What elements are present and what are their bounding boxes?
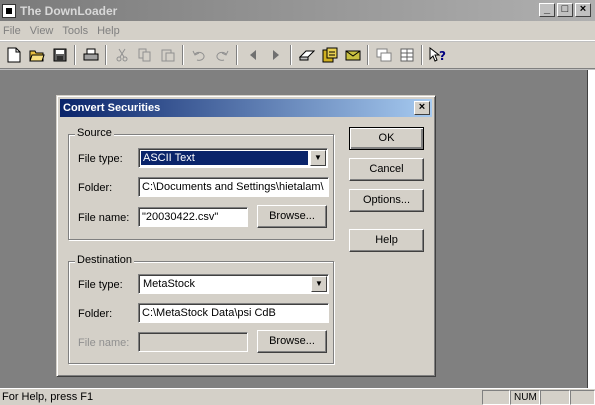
source-file-type-value: ASCII Text — [141, 151, 308, 165]
dialog-title: Convert Securities — [63, 102, 161, 114]
cut-icon[interactable] — [110, 44, 133, 66]
status-bar: For Help, press F1 NUM — [0, 388, 595, 405]
redo-icon[interactable] — [210, 44, 233, 66]
status-num: NUM — [510, 390, 540, 405]
destination-file-name-field — [138, 332, 248, 352]
destination-file-type-value: MetaStock — [143, 278, 195, 290]
convert-icon[interactable] — [318, 44, 341, 66]
destination-browse-button[interactable]: Browse... — [257, 330, 327, 353]
open-folder-icon[interactable] — [25, 44, 48, 66]
destination-file-type-label: File type: — [78, 279, 123, 291]
destination-group-label: Destination — [75, 254, 135, 266]
help-pointer-icon[interactable]: ? — [426, 44, 449, 66]
destination-file-name-label: File name: — [78, 337, 130, 349]
mail-icon[interactable] — [341, 44, 364, 66]
dialog-close-button[interactable]: × — [414, 101, 430, 115]
status-resize-grip[interactable] — [570, 390, 595, 405]
destination-folder-field[interactable]: C:\MetaStock Data\psi CdB — [138, 303, 329, 323]
save-icon[interactable] — [48, 44, 71, 66]
destination-group: Destination File type: MetaStock ▼ Folde… — [68, 254, 334, 364]
eraser-icon[interactable] — [295, 44, 318, 66]
cancel-button[interactable]: Cancel — [349, 158, 424, 181]
print-icon[interactable] — [79, 44, 102, 66]
dialog-title-bar: Convert Securities × — [60, 99, 432, 117]
destination-file-type-select[interactable]: MetaStock ▼ — [138, 274, 329, 294]
app-icon — [2, 3, 16, 18]
close-button[interactable]: × — [575, 3, 591, 17]
source-folder-label: Folder: — [78, 182, 113, 194]
app-title: The DownLoader — [20, 3, 118, 18]
source-file-type-label: File type: — [78, 153, 123, 165]
source-group: Source File type: ASCII Text ▼ Folder: C… — [68, 127, 334, 240]
source-file-name-label: File name: — [78, 212, 130, 224]
source-file-type-select[interactable]: ASCII Text ▼ — [138, 148, 328, 168]
status-panel-scrl — [540, 390, 570, 405]
toolbar: ? — [0, 42, 595, 69]
svg-text:?: ? — [439, 49, 446, 63]
convert-securities-dialog: Convert Securities × Source File type: A… — [56, 95, 436, 377]
help-button[interactable]: Help — [349, 229, 424, 252]
undo-icon[interactable] — [187, 44, 210, 66]
source-browse-button[interactable]: Browse... — [257, 205, 327, 228]
copy-icon[interactable] — [133, 44, 156, 66]
source-group-label: Source — [75, 127, 114, 139]
destination-folder-label: Folder: — [78, 308, 113, 320]
chevron-down-icon[interactable]: ▼ — [310, 150, 326, 166]
source-file-name-field[interactable]: "20030422.csv" — [138, 207, 248, 227]
ok-button[interactable]: OK — [349, 127, 424, 150]
minimize-button[interactable]: _ — [539, 3, 555, 17]
maximize-button[interactable]: □ — [557, 3, 573, 17]
paste-icon[interactable] — [156, 44, 179, 66]
new-file-icon[interactable] — [2, 44, 25, 66]
menu-tools[interactable]: Tools — [59, 25, 94, 37]
forward-icon[interactable] — [264, 44, 287, 66]
grid-icon[interactable] — [395, 44, 418, 66]
status-panel-blank — [482, 390, 510, 405]
menu-bar: File View Tools Help — [0, 21, 595, 41]
chevron-down-icon[interactable]: ▼ — [311, 276, 327, 292]
back-icon[interactable] — [241, 44, 264, 66]
source-folder-field[interactable]: C:\Documents and Settings\hietalam\ — [138, 177, 329, 197]
options-button[interactable]: Options... — [349, 189, 424, 212]
app-title-bar: The DownLoader _ □ × — [0, 0, 595, 21]
menu-help[interactable]: Help — [94, 25, 126, 37]
menu-file[interactable]: File — [0, 25, 27, 37]
side-panel — [587, 70, 595, 388]
window-icon[interactable] — [372, 44, 395, 66]
status-help-text: For Help, press F1 — [2, 391, 94, 403]
menu-view[interactable]: View — [27, 25, 60, 37]
